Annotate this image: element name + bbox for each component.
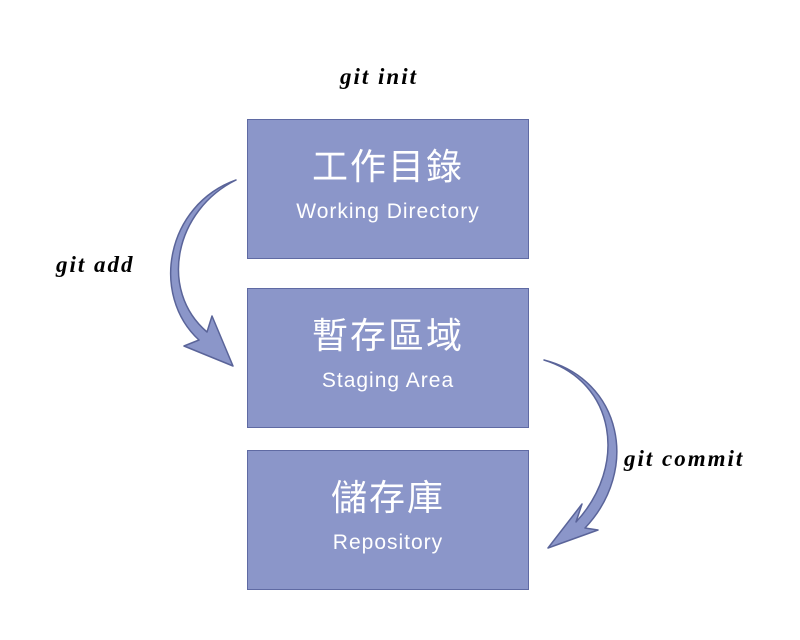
git-add-arrow [169, 179, 237, 367]
git-commit-arrow [543, 359, 618, 549]
staging-area-title-en: Staging Area [321, 369, 455, 392]
working-directory-box: 工作目錄 Working Directory [247, 119, 529, 259]
git-workflow-diagram: git init git add git commit 工作目錄 Working… [0, 0, 800, 640]
git-init-label: git init [340, 64, 418, 89]
repository-title-zh: 儲存庫 [330, 478, 445, 519]
staging-area-title-zh: 暫存區域 [311, 316, 464, 357]
git-add-label: git add [56, 252, 135, 277]
staging-area-box: 暫存區域 Staging Area [247, 288, 529, 428]
git-commit-label: git commit [624, 446, 745, 471]
repository-title-en: Repository [332, 531, 444, 554]
working-directory-title-zh: 工作目錄 [311, 147, 464, 188]
repository-box: 儲存庫 Repository [247, 450, 529, 590]
working-directory-title-en: Working Directory [296, 200, 480, 223]
